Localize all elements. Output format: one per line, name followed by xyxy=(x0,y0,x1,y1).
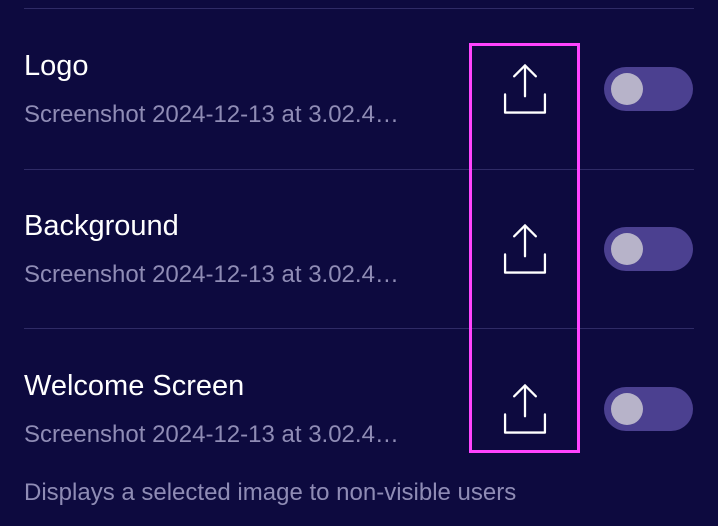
setting-title-background: Background xyxy=(24,210,179,242)
upload-button-background[interactable] xyxy=(490,214,560,284)
toggle-background[interactable] xyxy=(604,227,693,271)
setting-row-logo: Logo Screenshot 2024-12-13 at 3.02.4… xyxy=(0,9,718,169)
setting-filename-logo: Screenshot 2024-12-13 at 3.02.4… xyxy=(24,101,399,128)
toggle-knob xyxy=(611,73,643,105)
toggle-logo[interactable] xyxy=(604,67,693,111)
setting-row-welcome-screen: Welcome Screen Screenshot 2024-12-13 at … xyxy=(0,329,718,489)
setting-filename-background: Screenshot 2024-12-13 at 3.02.4… xyxy=(24,261,399,288)
toggle-welcome-screen[interactable] xyxy=(604,387,693,431)
setting-filename-welcome-screen: Screenshot 2024-12-13 at 3.02.4… xyxy=(24,421,399,448)
footnote-text: Displays a selected image to non-visible… xyxy=(24,479,517,506)
upload-icon xyxy=(503,64,547,114)
upload-button-logo[interactable] xyxy=(490,54,560,124)
upload-icon xyxy=(503,384,547,434)
setting-title-welcome-screen: Welcome Screen xyxy=(24,370,245,402)
setting-title-logo: Logo xyxy=(24,50,89,82)
upload-icon xyxy=(503,224,547,274)
upload-button-welcome-screen[interactable] xyxy=(490,374,560,444)
toggle-knob xyxy=(611,233,643,265)
setting-row-background: Background Screenshot 2024-12-13 at 3.02… xyxy=(0,169,718,329)
toggle-knob xyxy=(611,393,643,425)
